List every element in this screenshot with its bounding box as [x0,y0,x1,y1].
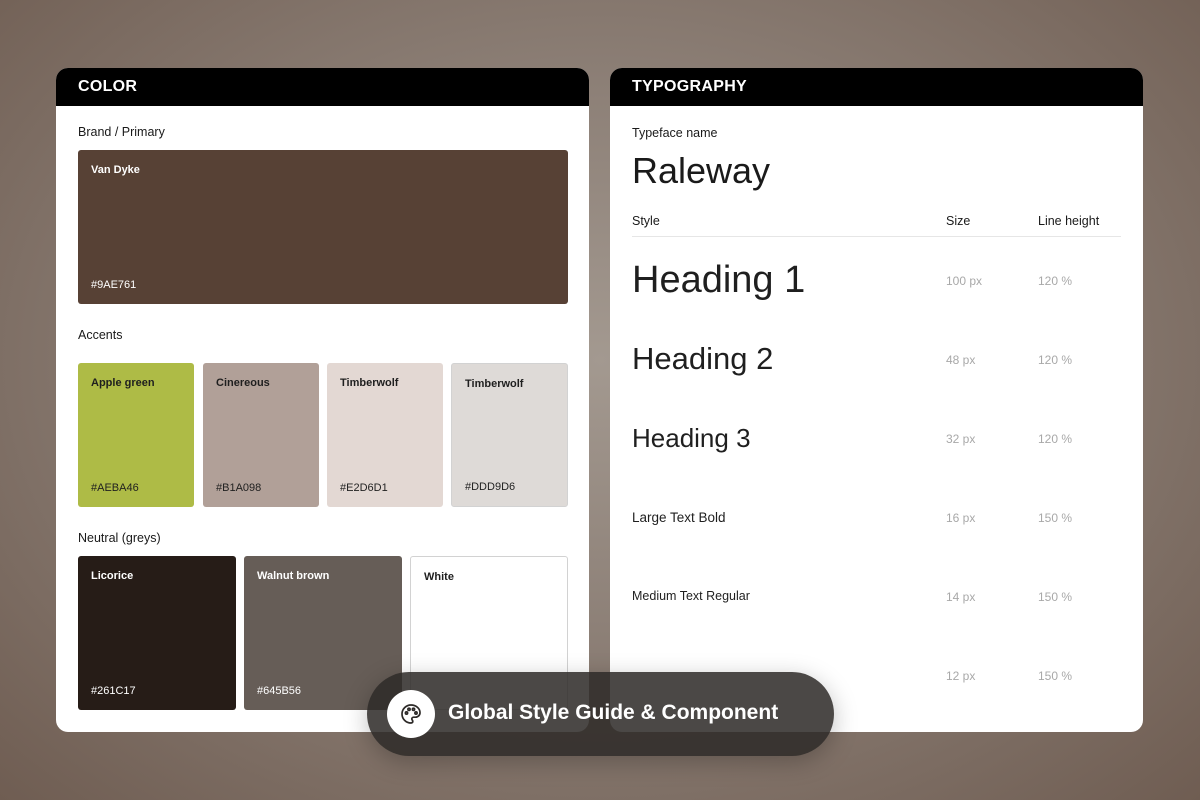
neutral-label: Neutral (greys) [78,531,161,545]
type-row-size: 12 px [946,669,976,683]
swatch-name: Walnut brown [257,570,330,582]
swatch-hex: #9AE761 [91,279,137,291]
type-row-size: 48 px [946,353,976,367]
type-row-size: 14 px [946,590,976,604]
type-row-style: Heading 2 [632,341,774,376]
type-row-line-height: 120 % [1038,274,1073,288]
type-row-style: Heading 1 [632,259,806,301]
swatch-hex: #261C17 [91,685,136,697]
swatch-name: Apple green [91,377,155,389]
type-row-line-height: 150 % [1038,669,1073,683]
type-row-style: Large Text Bold [632,510,726,525]
type-row-size: 16 px [946,511,976,525]
brand-swatch-van-dyke[interactable]: Van Dyke #9AE761 [78,150,568,304]
accent-swatch-cinereous[interactable]: Cinereous #B1A098 [203,363,319,507]
typeface-label: Typeface name [632,126,718,140]
swatch-hex: #645B56 [257,685,302,697]
swatch-name: Timberwolf [340,377,399,389]
neutral-swatch-licorice[interactable]: Licorice #261C17 [78,556,236,710]
typeface-name: Raleway [632,150,771,191]
type-row-line-height: 120 % [1038,353,1073,367]
typography-card: TYPOGRAPHY Typeface name Raleway Style S… [610,68,1143,732]
swatch-name: Timberwolf [465,378,524,390]
banner-title: Global Style Guide & Component [448,701,779,724]
accent-swatch-timberwolf[interactable]: Timberwolf #E2D6D1 [327,363,443,507]
column-header-line-height: Line height [1038,214,1100,228]
swatch-hex: #B1A098 [216,482,262,494]
accents-label: Accents [78,328,123,342]
swatch-name: White [424,571,454,583]
swatch-name: Licorice [91,570,134,582]
brand-primary-label: Brand / Primary [78,125,165,139]
type-row-line-height: 120 % [1038,432,1073,446]
header-divider [632,236,1121,237]
swatch-hex: #DDD9D6 [465,481,516,493]
type-row-size: 32 px [946,432,976,446]
accent-swatch-apple-green[interactable]: Apple green #AEBA46 [78,363,194,507]
column-header-size: Size [946,214,971,228]
type-row-style: Medium Text Regular [632,589,750,603]
type-row-style: Heading 3 [632,423,751,453]
accent-swatch-timberwolf-2[interactable]: Timberwolf #DDD9D6 [451,363,568,507]
type-row-line-height: 150 % [1038,590,1073,604]
swatch-hex: #AEBA46 [91,482,139,494]
type-row-size: 100 px [946,274,983,288]
color-card-title: COLOR [56,68,589,106]
global-style-guide-banner: Global Style Guide & Component [367,672,834,756]
swatch-hex: #E2D6D1 [340,482,388,494]
swatch-name: Cinereous [216,377,270,389]
type-row-line-height: 150 % [1038,511,1073,525]
swatch-name: Van Dyke [91,164,140,176]
palette-icon [387,690,435,738]
typography-card-title: TYPOGRAPHY [610,68,1143,106]
column-header-style: Style [632,214,660,228]
color-card: COLOR Brand / Primary Van Dyke #9AE761 A… [56,68,589,732]
